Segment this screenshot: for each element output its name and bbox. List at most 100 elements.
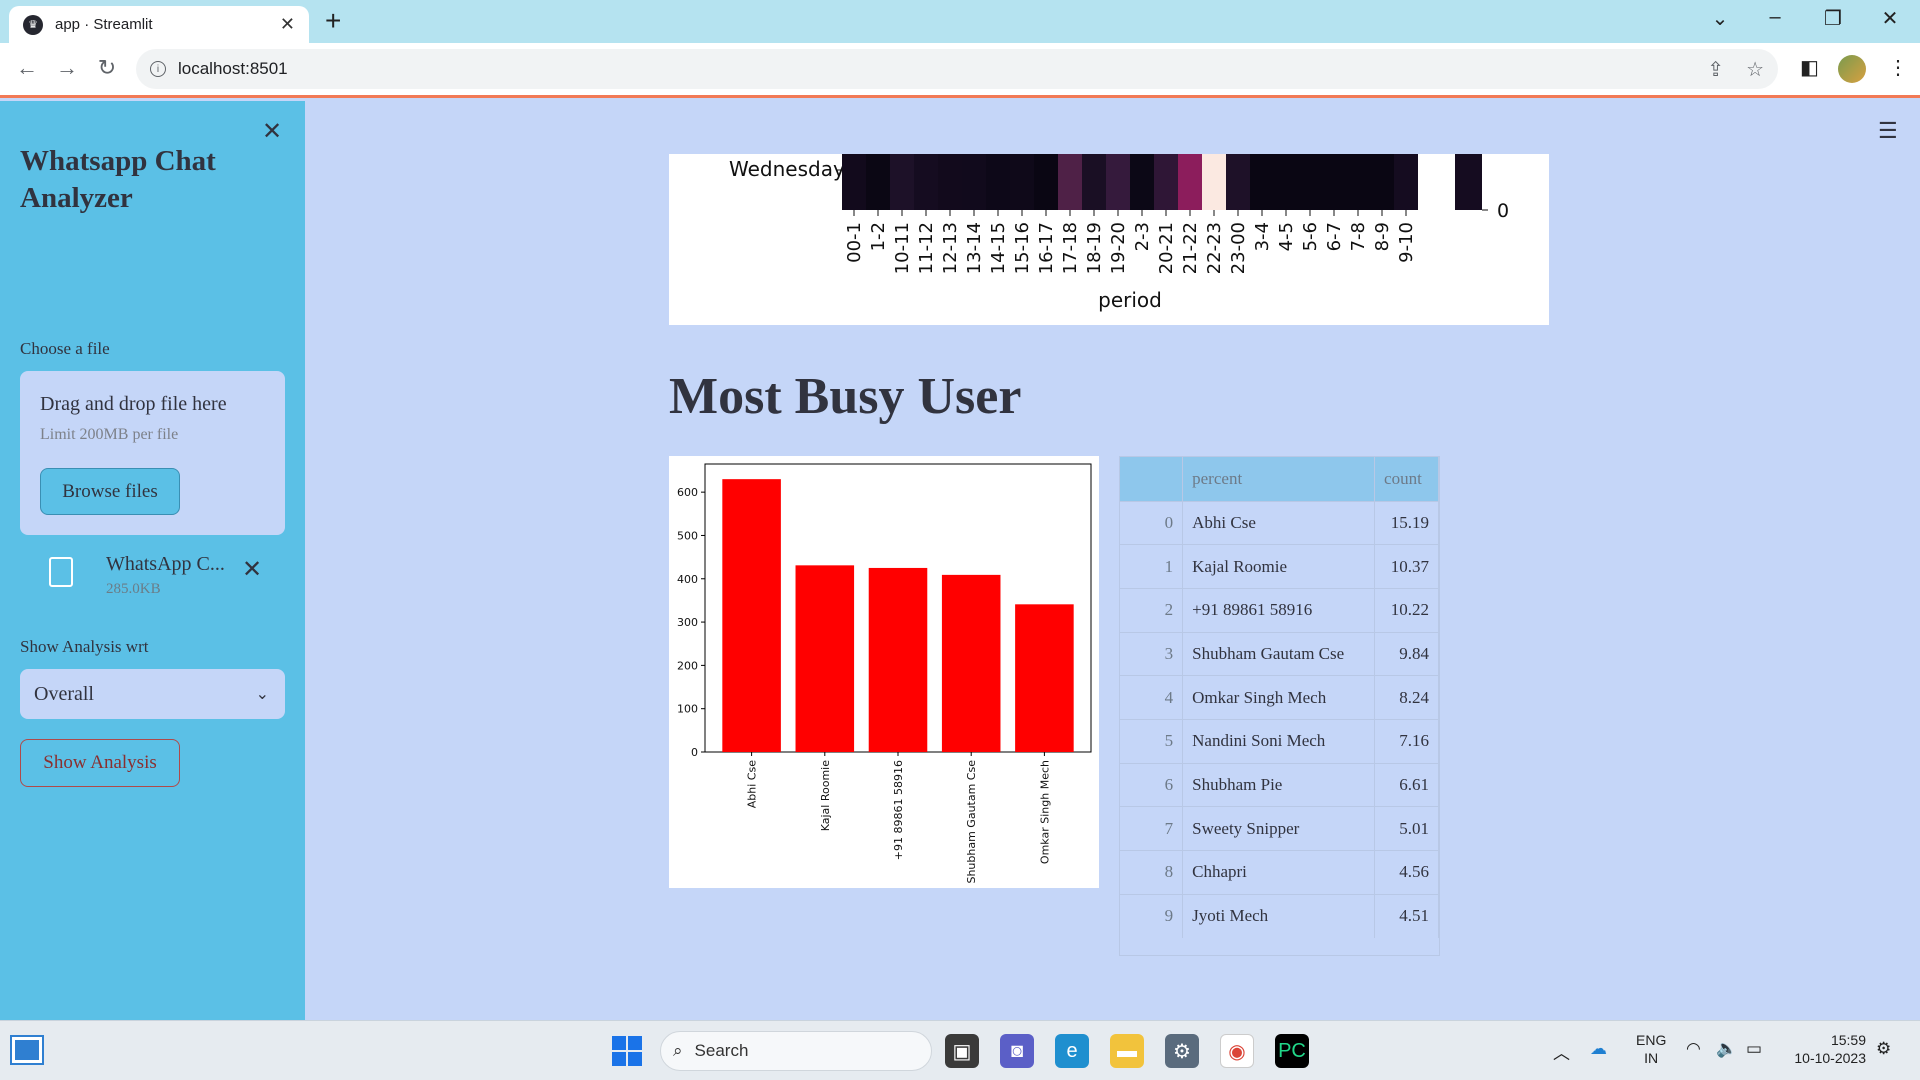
maximize-button[interactable]: ❐ (1813, 6, 1853, 31)
volume-icon[interactable]: 🔈 (1716, 1039, 1737, 1059)
browser-menu-icon[interactable]: ⋮ (1888, 55, 1908, 80)
heatmap-cell (866, 154, 890, 210)
heatmap-period-label: 17-18 (1060, 222, 1081, 274)
heatmap-period-label: 16-17 (1036, 222, 1057, 274)
system-clock[interactable]: 15:59 10-10-2023 (1786, 1031, 1866, 1067)
chrome-browser-icon[interactable]: ◉ (1220, 1034, 1254, 1068)
tab-search-chevron-icon[interactable]: ⌄ (1700, 6, 1740, 31)
heatmap-cell (1226, 154, 1250, 210)
heatmap-period-label: 13-14 (964, 222, 985, 274)
file-dropzone[interactable]: Drag and drop file here Limit 200MB per … (20, 371, 285, 535)
back-arrow-icon[interactable]: ← (12, 55, 42, 81)
heatmap-cell (1058, 154, 1082, 210)
table-row[interactable]: 5 Nandini Soni Mech 7.16 (1120, 718, 1439, 764)
language-line1: ENG (1636, 1032, 1667, 1048)
search-icon: ⌕ (673, 1041, 683, 1060)
heatmap-period-label: 15-16 (1012, 222, 1033, 274)
table-row[interactable]: 8 Chhapri 4.56 (1120, 850, 1439, 895)
heatmap-period-label: 7-8 (1348, 222, 1369, 251)
settings-gear-icon[interactable]: ⚙ (1165, 1034, 1199, 1068)
bar (868, 567, 928, 752)
heatmap-period-label: 4-5 (1276, 222, 1297, 251)
busy-user-chart-panel: 0 100 200 300 400 500 600 Abhi Cse Kajal Roomie +… (669, 456, 1099, 888)
profile-avatar[interactable] (1838, 55, 1866, 83)
pycharm-icon[interactable]: PC (1275, 1034, 1309, 1068)
address-url[interactable]: localhost:8501 (178, 59, 288, 79)
row-index: 1 (1120, 544, 1184, 589)
remove-file-icon[interactable]: ✕ (242, 555, 262, 584)
table-header-count[interactable]: count (1374, 457, 1439, 501)
uploaded-file: WhatsApp C... 285.0KB ✕ (20, 545, 285, 605)
heatmap-period-label: 6-7 (1324, 222, 1345, 251)
taskbar-search[interactable]: ⌕ Search (660, 1031, 932, 1071)
share-icon[interactable]: ⇪ (1707, 57, 1724, 82)
tab-close-icon[interactable]: ✕ (280, 14, 295, 35)
table-row[interactable]: 6 Shubham Pie 6.61 (1120, 762, 1439, 807)
heatmap-period-label: 00-1 (844, 222, 865, 263)
battery-icon[interactable]: ▭ (1746, 1039, 1762, 1059)
new-tab-button[interactable]: + (325, 6, 341, 36)
x-tick-label: Kajal Roomie (819, 760, 832, 831)
notification-icon[interactable]: ⚙ (1876, 1039, 1891, 1059)
heatmap-period-label: 18-19 (1084, 222, 1105, 274)
table-row[interactable]: 9 Jyoti Mech 4.51 (1120, 893, 1439, 938)
table-row[interactable]: 2 +91 89861 58916 10.22 (1120, 587, 1439, 633)
heatmap-cell (1370, 154, 1394, 210)
main-menu-icon[interactable]: ☰ (1878, 118, 1898, 144)
heatmap-cell (1010, 154, 1034, 210)
heatmap-period-label: 3-4 (1252, 222, 1273, 251)
task-view-icon[interactable]: ▣ (945, 1034, 979, 1068)
language-line2: IN (1644, 1050, 1659, 1066)
forward-arrow-icon[interactable]: → (52, 55, 82, 81)
table-row[interactable]: 4 Omkar Singh Mech 8.24 (1120, 675, 1439, 720)
tray-chevron-up-icon[interactable]: ︿ (1553, 1039, 1570, 1064)
row-value: 10.37 (1374, 544, 1439, 589)
heatmap-cell (1034, 154, 1058, 210)
wifi-icon[interactable]: ◠ (1686, 1039, 1701, 1059)
minimize-button[interactable]: – (1755, 6, 1795, 29)
teams-chat-icon[interactable]: ◙ (1000, 1034, 1034, 1068)
bookmark-star-icon[interactable]: ☆ (1746, 57, 1764, 82)
y-tick-label: 400 (677, 573, 698, 586)
most-busy-user-title: Most Busy User (669, 368, 1022, 425)
widgets-icon[interactable] (10, 1035, 44, 1065)
heatmap-cell (914, 154, 938, 210)
browse-files-button[interactable]: Browse files (40, 468, 180, 515)
close-window-button[interactable]: ✕ (1870, 6, 1910, 31)
table-row[interactable]: 7 Sweety Snipper 5.01 (1120, 806, 1439, 851)
heatmap-period-label: 23-00 (1228, 222, 1249, 274)
windows-start-icon[interactable] (612, 1036, 642, 1066)
heatmap-period-label: 1-2 (868, 222, 889, 251)
table-row[interactable]: 0 Abhi Cse 15.19 (1120, 500, 1439, 545)
analysis-select-label: Show Analysis wrt (20, 637, 149, 656)
edge-browser-icon[interactable]: e (1055, 1034, 1089, 1068)
sidebar-close-icon[interactable]: ✕ (262, 117, 282, 146)
row-index: 4 (1120, 675, 1184, 720)
busy-user-table[interactable]: percent count 0 Abhi Cse 15.19 1 Kajal Roomi… (1119, 456, 1440, 956)
row-value: 15.19 (1374, 500, 1439, 545)
bar (795, 565, 855, 752)
y-tick-label: 600 (677, 486, 698, 499)
table-header-percent[interactable]: percent (1182, 457, 1376, 501)
table-row[interactable]: 3 Shubham Gautam Cse 9.84 (1120, 631, 1439, 676)
heatmap-cell (890, 154, 914, 210)
language-indicator[interactable]: ENG IN (1636, 1031, 1666, 1067)
file-explorer-icon[interactable]: ▬ (1110, 1034, 1144, 1068)
onedrive-cloud-icon[interactable]: ☁ (1590, 1039, 1607, 1059)
table-row[interactable]: 1 Kajal Roomie 10.37 (1120, 544, 1439, 589)
y-tick-label: 200 (677, 659, 698, 672)
side-panel-icon[interactable]: ◧ (1800, 55, 1819, 80)
analysis-select[interactable]: Overall ⌄ (20, 669, 285, 719)
y-tick-label: 300 (677, 616, 698, 629)
heatmap-cell (1178, 154, 1202, 210)
address-bar[interactable]: i localhost:8501 ⇪ ☆ (136, 49, 1778, 89)
streamlit-favicon-icon: ♛ (23, 14, 43, 35)
browser-tab[interactable]: ♛ app · Streamlit ✕ (9, 6, 309, 43)
site-info-icon[interactable]: i (150, 61, 166, 77)
show-analysis-button[interactable]: Show Analysis (20, 739, 180, 787)
heatmap-cell (1154, 154, 1178, 210)
reload-icon[interactable]: ↻ (92, 55, 122, 81)
row-index: 3 (1120, 631, 1184, 676)
table-header-index[interactable] (1120, 457, 1184, 501)
x-tick-label: +91 89861 58916 (892, 760, 905, 860)
